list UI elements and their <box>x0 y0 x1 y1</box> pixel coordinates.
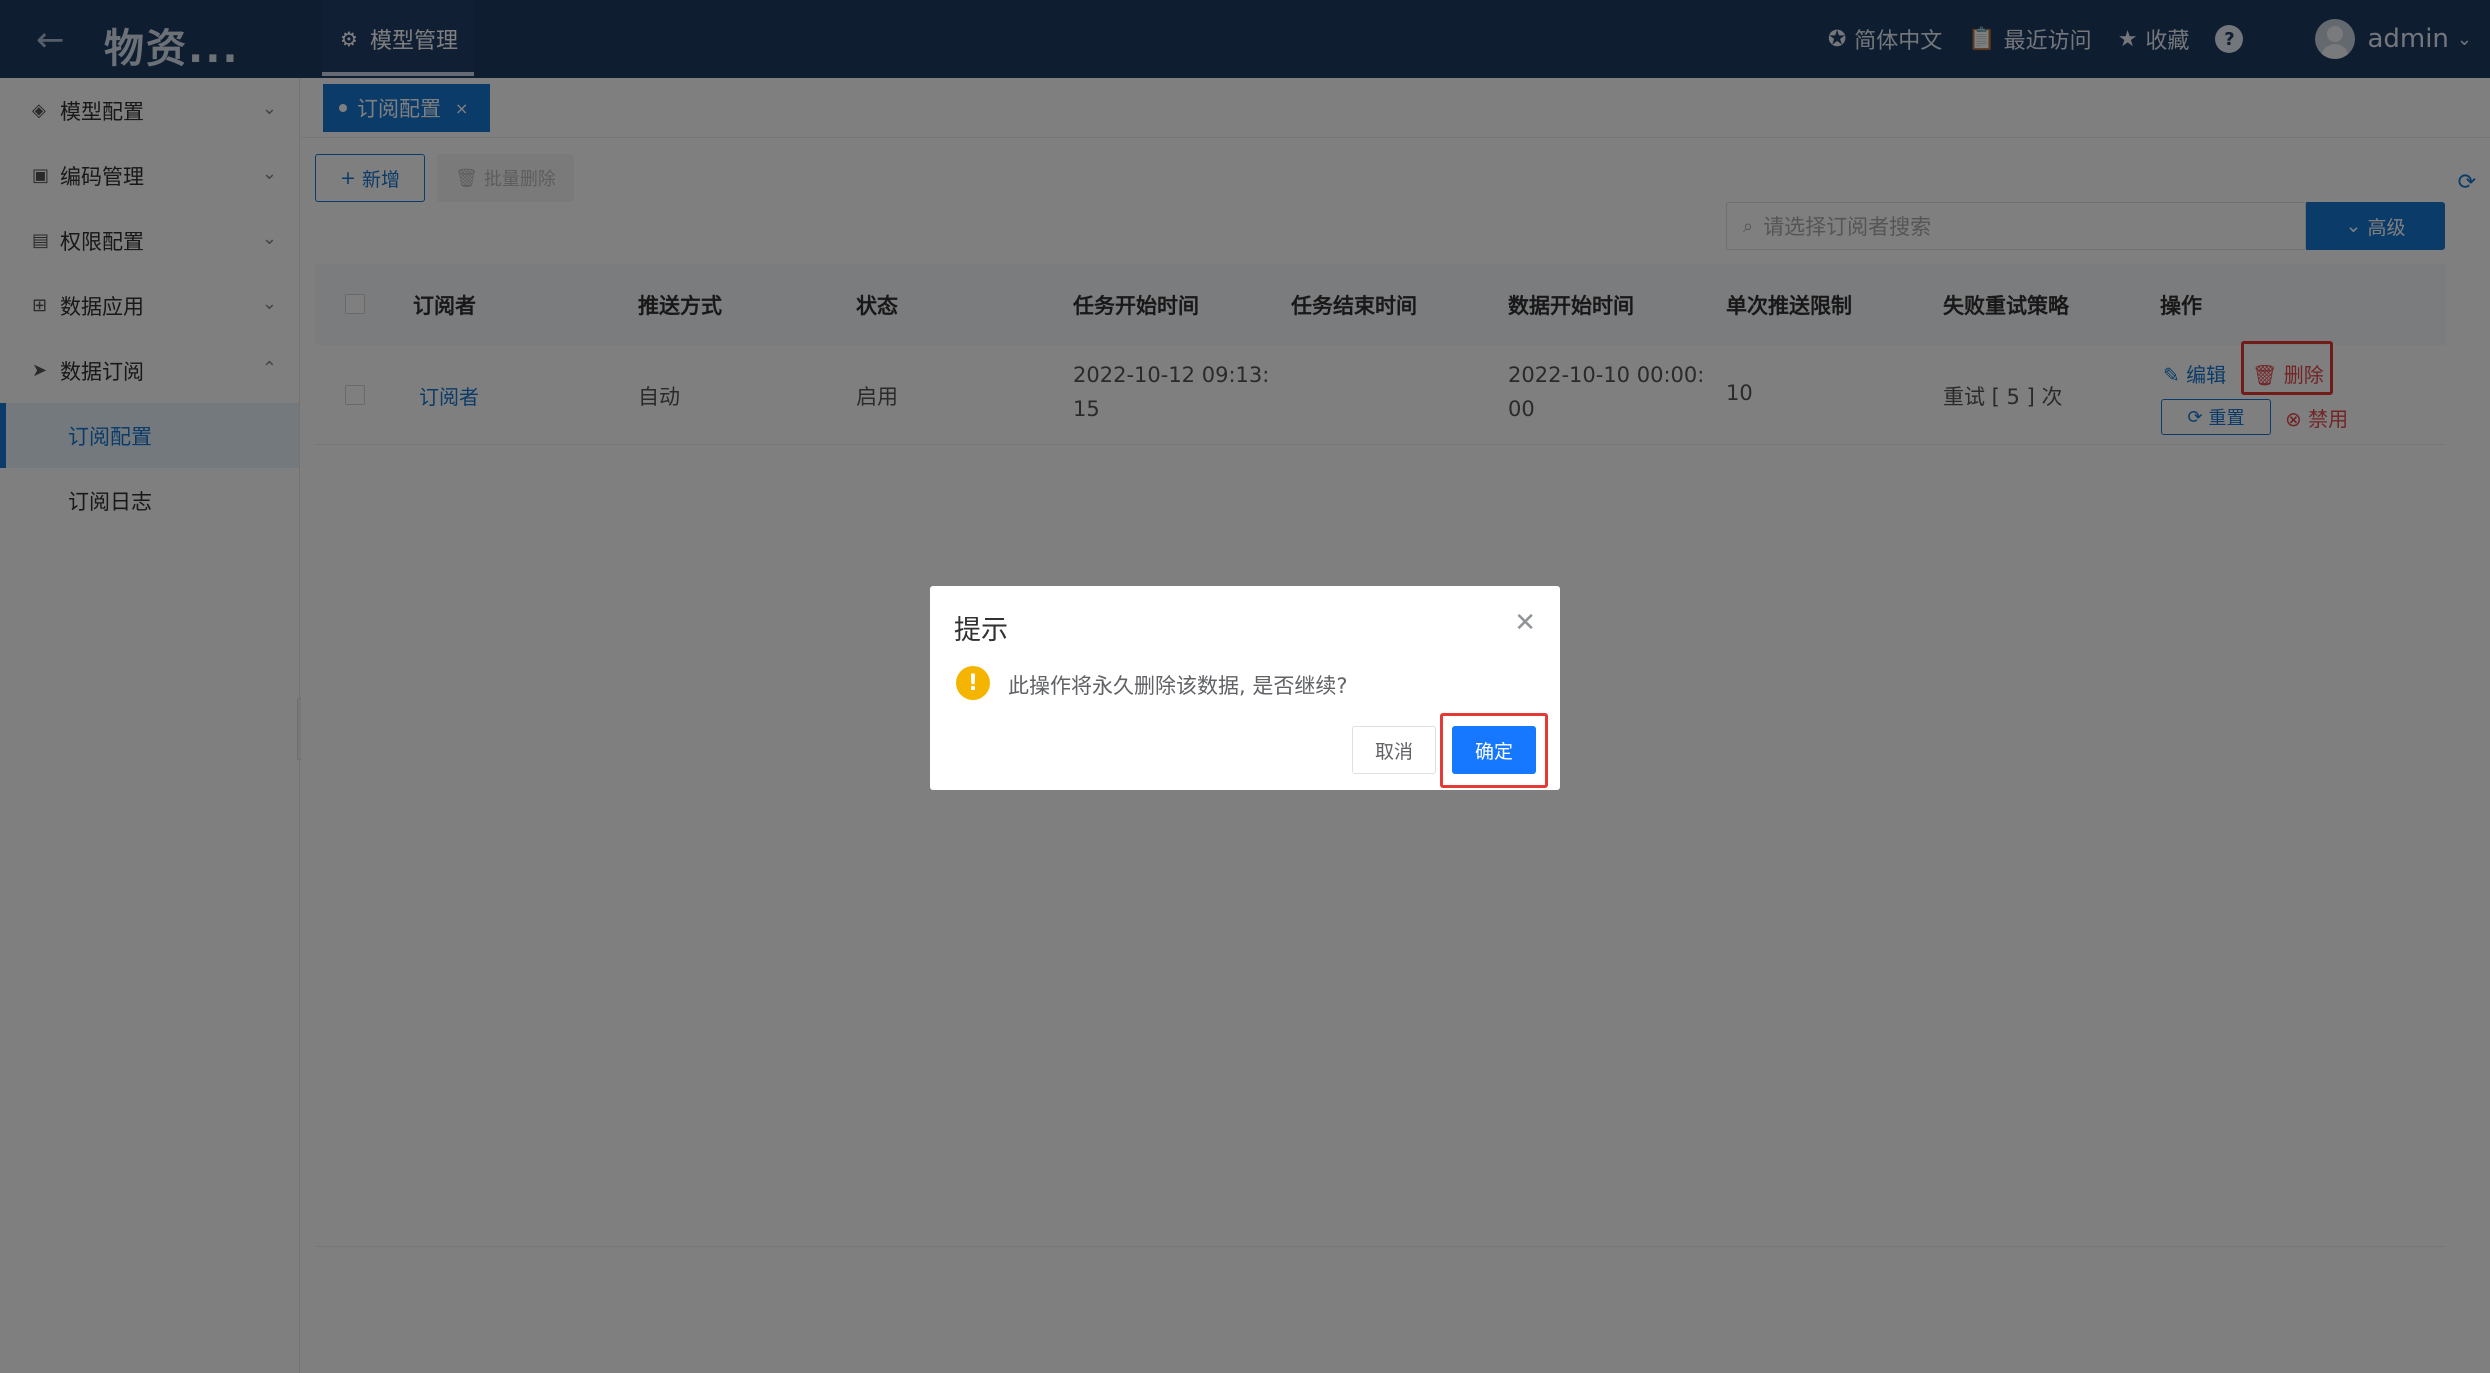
dialog-title: 提示 <box>954 615 1008 646</box>
dialog-message: 此操作将永久删除该数据, 是否继续? <box>1008 674 1348 698</box>
cancel-button[interactable]: 取消 <box>1352 726 1436 774</box>
close-icon[interactable]: ✕ <box>1514 608 1536 638</box>
warning-icon: ! <box>956 666 990 700</box>
confirm-highlight-box <box>1440 713 1548 788</box>
confirm-dialog: 提示 ✕ ! 此操作将永久删除该数据, 是否继续? 取消 确定 <box>930 586 1560 790</box>
